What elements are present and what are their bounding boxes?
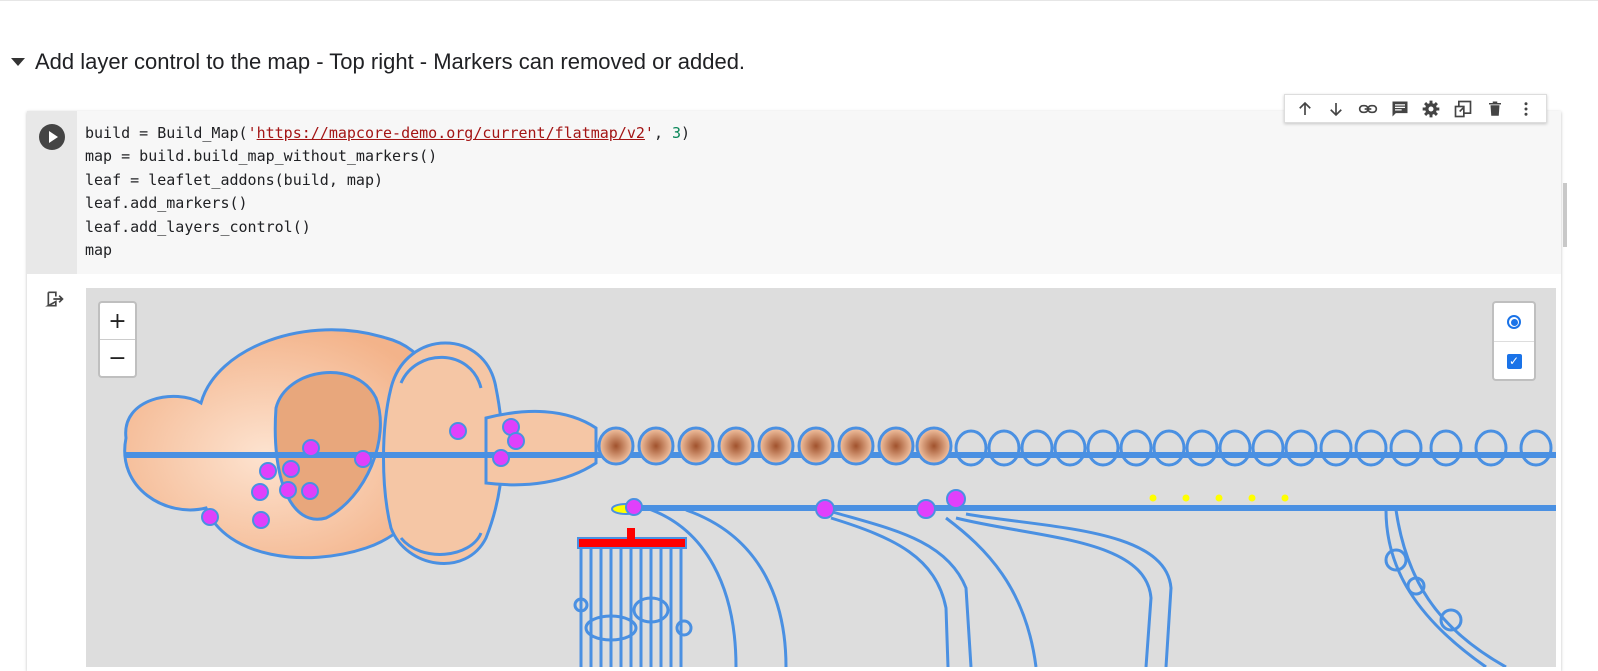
trash-icon[interactable] [1483,97,1507,121]
base-layer-row[interactable] [1494,303,1534,341]
code-line-1: build = Build_Map('https://mapcore-demo.… [85,124,691,142]
flatmap-drawing [123,328,1556,667]
code-line-6: map [85,241,113,260]
run-cell-button[interactable] [39,124,65,150]
code-line-4: leaf.add_markers() [85,194,248,213]
cell-toolbar [1284,94,1547,123]
layers-control: ✓ [1492,301,1536,381]
base-layer-radio[interactable] [1507,315,1521,329]
output-icon[interactable] [45,289,65,314]
leaflet-map[interactable]: + − ✓ [86,288,1556,667]
gear-icon[interactable] [1419,97,1443,121]
code-line-2: map = build.build_map_without_markers() [85,147,438,166]
collapse-caret-icon[interactable] [11,58,25,66]
overlay-layer-row[interactable]: ✓ [1494,341,1534,380]
markers-layer-checkbox[interactable]: ✓ [1506,353,1522,369]
arrow-down-icon[interactable] [1324,97,1348,121]
section-heading: Add layer control to the map - Top right… [8,42,745,82]
link-icon[interactable] [1356,97,1380,121]
mirror-cell-icon[interactable] [1451,97,1475,121]
comment-icon[interactable] [1388,97,1412,121]
code-url-link[interactable]: https://mapcore-demo.org/current/flatmap… [257,124,645,142]
cell-gutter [27,111,77,274]
zoom-control: + − [98,301,137,378]
page-scrollbar[interactable] [1563,183,1567,247]
code-editor[interactable]: build = Build_Map('https://mapcore-demo.… [77,111,1561,274]
more-vert-icon[interactable] [1514,97,1538,121]
code-line-5: leaf.add_layers_control() [85,217,311,236]
code-text[interactable]: build = Build_Map('https://mapcore-demo.… [77,111,1561,262]
code-line-3: leaf = leaflet_addons(build, map) [85,170,384,189]
arrow-up-icon[interactable] [1293,97,1317,121]
zoom-in-button[interactable]: + [100,303,135,340]
top-divider [0,0,1598,1]
zoom-out-button[interactable]: − [100,340,135,376]
section-title: Add layer control to the map - Top right… [35,49,746,74]
